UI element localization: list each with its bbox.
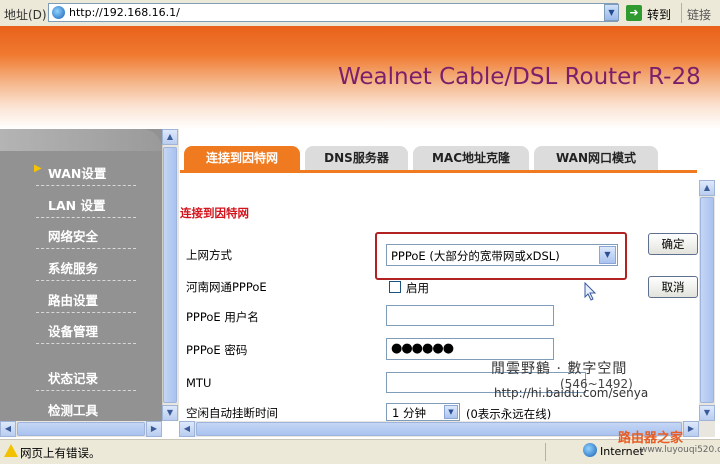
sidebar-header bbox=[0, 129, 162, 151]
tab-internet[interactable]: 连接到因特网 bbox=[184, 146, 300, 170]
sidebar-item-services[interactable]: 系统服务 bbox=[48, 258, 98, 277]
cancel-button[interactable]: 取消 bbox=[648, 276, 698, 298]
content-scroll-thumb[interactable] bbox=[700, 197, 714, 403]
footer-watermark-brand: 路由器之家 bbox=[618, 431, 684, 446]
warning-icon[interactable] bbox=[4, 444, 18, 457]
links-button[interactable]: 链接 bbox=[687, 6, 711, 23]
section-title: 连接到因特网 bbox=[180, 206, 249, 220]
internet-zone-icon bbox=[583, 443, 597, 457]
internet-zone-label: Internet bbox=[600, 445, 644, 458]
connection-type-label: 上网方式 bbox=[186, 248, 232, 262]
scroll-up-icon[interactable]: ▲ bbox=[699, 180, 715, 196]
scroll-down-icon[interactable]: ▼ bbox=[699, 405, 715, 421]
footer-watermark-url: www.luyouqi520.com bbox=[640, 445, 720, 455]
ok-button[interactable]: 确定 bbox=[648, 233, 698, 255]
pppoe-username-input[interactable] bbox=[386, 305, 554, 326]
tab-dns[interactable]: DNS服务器 bbox=[305, 146, 408, 170]
status-bar: 网页上有错误。 Internet bbox=[0, 439, 720, 464]
sidebar-divider bbox=[36, 280, 136, 281]
sidebar-divider bbox=[36, 185, 136, 186]
sidebar-divider bbox=[36, 217, 136, 218]
mtu-label: MTU bbox=[186, 376, 212, 390]
toolbar-divider bbox=[681, 3, 682, 23]
sidebar-hscroll-thumb[interactable] bbox=[17, 422, 145, 436]
address-input[interactable]: http://192.168.16.1/ bbox=[48, 3, 618, 22]
sidebar-item-lan[interactable]: LAN 设置 bbox=[48, 195, 105, 214]
sidebar-scroll-thumb[interactable] bbox=[163, 147, 177, 403]
scroll-right-icon[interactable]: ▶ bbox=[146, 421, 162, 437]
scroll-left-icon[interactable]: ◀ bbox=[0, 421, 16, 437]
status-message: 网页上有错误。 bbox=[20, 446, 101, 460]
sidebar-divider bbox=[36, 343, 136, 344]
go-button[interactable]: 转到 bbox=[647, 6, 671, 23]
sidebar-item-tools[interactable]: 检测工具 bbox=[48, 400, 98, 419]
sidebar-item-device[interactable]: 设备管理 bbox=[48, 321, 98, 340]
connection-type-select[interactable]: PPPoE (大部分的宽带网或xDSL) ▼ bbox=[386, 244, 618, 266]
address-bar: 地址(D) http://192.168.16.1/ ▼ ➜ 转到 链接 bbox=[0, 0, 720, 27]
sidebar-divider bbox=[36, 248, 136, 249]
active-item-arrow-icon: ▶ bbox=[34, 163, 42, 174]
tab-mac-clone[interactable]: MAC地址克隆 bbox=[413, 146, 529, 170]
idle-timeout-select[interactable]: 1 分钟 ▼ bbox=[386, 403, 460, 421]
pppoe-password-value: ●●●●●● bbox=[391, 341, 454, 356]
content-hscroll-thumb[interactable] bbox=[196, 422, 682, 436]
mouse-cursor-icon bbox=[584, 282, 597, 301]
status-divider bbox=[545, 443, 546, 461]
ie-page-icon bbox=[52, 6, 65, 19]
sidebar-divider bbox=[36, 312, 136, 313]
chevron-down-icon[interactable]: ▼ bbox=[444, 405, 458, 419]
address-dropdown-icon[interactable]: ▼ bbox=[604, 4, 619, 21]
go-arrow-icon[interactable]: ➜ bbox=[626, 5, 642, 21]
henan-pppoe-label: 河南网通PPPoE bbox=[186, 280, 267, 294]
pppoe-username-label: PPPoE 用户名 bbox=[186, 310, 259, 324]
idle-timeout-hint: (0表示永远在线) bbox=[466, 407, 552, 421]
sidebar-item-security[interactable]: 网络安全 bbox=[48, 226, 98, 245]
address-label: 地址(D) bbox=[4, 8, 47, 22]
idle-timeout-label: 空闲自动挂断时间 bbox=[186, 406, 278, 420]
connection-type-value: PPPoE (大部分的宽带网或xDSL) bbox=[391, 249, 560, 263]
address-url: http://192.168.16.1/ bbox=[69, 6, 180, 19]
watermark-title: 閒雲野鶴 · 數字空間 bbox=[491, 361, 628, 377]
pppoe-password-input[interactable]: ●●●●●● bbox=[386, 338, 554, 360]
sidebar-divider bbox=[36, 390, 136, 391]
scroll-down-icon[interactable]: ▼ bbox=[162, 405, 178, 421]
sidebar-item-wan[interactable]: WAN设置 bbox=[48, 163, 106, 182]
henan-checkbox-label: 启用 bbox=[406, 281, 429, 295]
watermark-url: http://hi.baidu.com/senya bbox=[494, 386, 649, 400]
scroll-right-icon[interactable]: ▶ bbox=[683, 421, 699, 437]
scroll-left-icon[interactable]: ◀ bbox=[179, 421, 195, 437]
tab-underline bbox=[180, 170, 697, 173]
chevron-down-icon[interactable]: ▼ bbox=[599, 246, 616, 264]
sidebar-item-status[interactable]: 状态记录 bbox=[48, 368, 98, 387]
sidebar-item-routing[interactable]: 路由设置 bbox=[48, 290, 98, 309]
henan-pppoe-checkbox[interactable] bbox=[389, 281, 401, 293]
pppoe-password-label: PPPoE 密码 bbox=[186, 343, 248, 357]
tab-wan-mode[interactable]: WAN网口模式 bbox=[534, 146, 658, 170]
scroll-up-icon[interactable]: ▲ bbox=[162, 129, 178, 145]
router-title: Wealnet Cable/DSL Router R-28 bbox=[338, 64, 701, 90]
idle-timeout-value: 1 分钟 bbox=[392, 406, 426, 420]
